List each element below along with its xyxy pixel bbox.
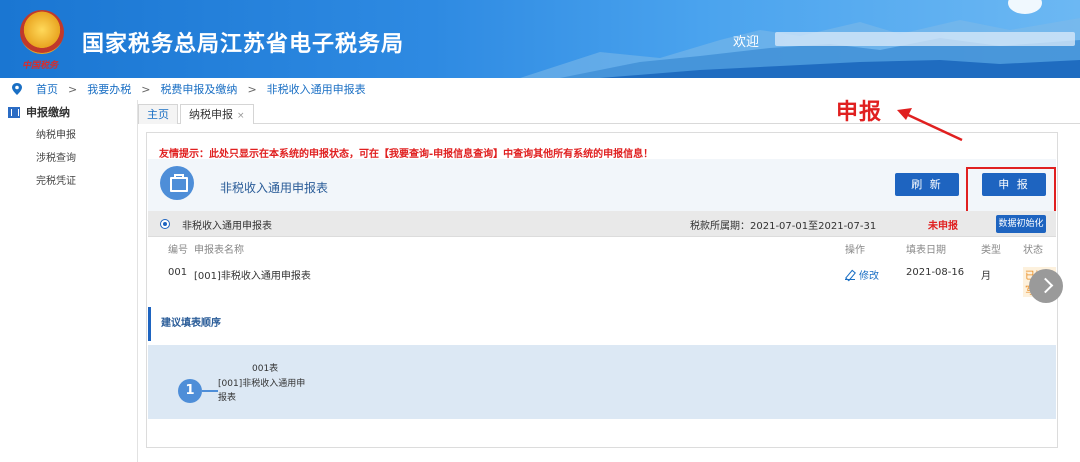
row-name: [001]非税收入通用申报表 xyxy=(194,271,311,282)
edit-icon xyxy=(845,270,855,280)
edit-link[interactable]: 修改 xyxy=(845,267,879,282)
tab-bar: 主页 纳税申报 × xyxy=(138,100,1080,124)
breadcrumb-declare-pay[interactable]: 税费申报及缴纳 xyxy=(160,81,237,97)
col-name: 申报表名称 xyxy=(194,245,244,256)
tab-tax-declare[interactable]: 纳税申报 × xyxy=(180,104,254,124)
tax-period: 税款所属期：2021-07-01至2021-07-31 xyxy=(690,221,877,232)
fill-order-panel: 1 001表 [001]非税收入通用申报表 xyxy=(148,345,1056,419)
table-row: 001 [001]非税收入通用申报表 修改 2021-08-16 月 已填写 xyxy=(148,267,1056,297)
sidebar-item-tax-declare[interactable]: 纳税申报 xyxy=(0,124,137,147)
briefcase-icon xyxy=(160,166,194,200)
site-title: 国家税务总局江苏省电子税务局 xyxy=(82,32,405,57)
col-status: 状态 xyxy=(1023,245,1043,256)
tab-home[interactable]: 主页 xyxy=(138,104,178,124)
sidebar-item-tax-certificate[interactable]: 完税凭证 xyxy=(0,170,137,193)
annotation-label: 申报 xyxy=(836,100,883,125)
edit-label: 修改 xyxy=(859,271,879,282)
close-icon[interactable]: × xyxy=(237,111,245,121)
chevron-right-icon[interactable] xyxy=(1029,269,1063,303)
breadcrumb-separator: > xyxy=(68,82,78,96)
col-type: 类型 xyxy=(981,245,1001,256)
tax-emblem-icon xyxy=(20,10,64,54)
row-type: 月 xyxy=(981,271,991,282)
col-no: 编号 xyxy=(168,245,188,256)
sidebar-section-declare[interactable]: 申报缴纳 xyxy=(0,100,137,124)
main-panel: 友情提示：此处只显示在本系统的申报状态，可在【我要查询-申报信息查询】中查询其他… xyxy=(146,132,1063,448)
fill-order-title: 建议填表顺序 xyxy=(148,307,1056,341)
step-number: 1 xyxy=(178,379,202,403)
refresh-button[interactable]: 刷 新 xyxy=(895,173,959,196)
col-date: 填表日期 xyxy=(906,245,946,256)
sidebar-section-label: 申报缴纳 xyxy=(26,106,70,119)
tab-home-label: 主页 xyxy=(147,108,169,121)
location-pin-icon xyxy=(12,83,22,95)
notice-text: 友情提示：此处只显示在本系统的申报状态，可在【我要查询-申报信息查询】中查询其他… xyxy=(159,149,654,160)
book-icon xyxy=(8,106,20,118)
breadcrumb-separator: > xyxy=(141,82,151,96)
step-name[interactable]: [001]非税收入通用申报表 xyxy=(218,377,314,405)
welcome-text: 欢迎 xyxy=(733,35,760,50)
step-code: 001表 xyxy=(252,364,279,374)
table-header: 编号 申报表名称 操作 填表日期 类型 状态 xyxy=(148,241,1056,259)
form-radio[interactable] xyxy=(160,219,170,229)
step-connector xyxy=(202,390,218,392)
data-init-button[interactable]: 数据初始化 xyxy=(996,215,1046,233)
row-no: 001 xyxy=(168,267,188,278)
row-date: 2021-08-16 xyxy=(906,267,965,278)
tab-tax-declare-label: 纳税申报 xyxy=(189,108,233,121)
declare-status: 未申报 xyxy=(928,221,958,232)
breadcrumb-current[interactable]: 非税收入通用申报表 xyxy=(267,81,366,97)
form-title: 非税收入通用申报表 xyxy=(220,181,329,195)
col-op: 操作 xyxy=(845,245,865,256)
breadcrumb-separator: > xyxy=(247,82,257,96)
status-form-name: 非税收入通用申报表 xyxy=(182,221,272,232)
site-header: 中国税务 国家税务总局江苏省电子税务局 欢迎 xyxy=(0,0,1080,78)
sidebar-item-tax-query[interactable]: 涉税查询 xyxy=(0,147,137,170)
emblem-text: 中国税务 xyxy=(22,61,59,71)
breadcrumb-my-tax[interactable]: 我要办税 xyxy=(87,81,131,97)
form-header: 非税收入通用申报表 刷 新 申 报 xyxy=(148,159,1056,233)
breadcrumb: 首页 > 我要办税 > 税费申报及缴纳 > 非税收入通用申报表 xyxy=(0,78,1080,100)
breadcrumb-home[interactable]: 首页 xyxy=(36,81,58,97)
form-status-row: 非税收入通用申报表 税款所属期：2021-07-01至2021-07-31 未申… xyxy=(148,211,1056,237)
user-name-redacted xyxy=(775,32,1075,46)
sidebar: 申报缴纳 纳税申报 涉税查询 完税凭证 xyxy=(0,100,138,462)
